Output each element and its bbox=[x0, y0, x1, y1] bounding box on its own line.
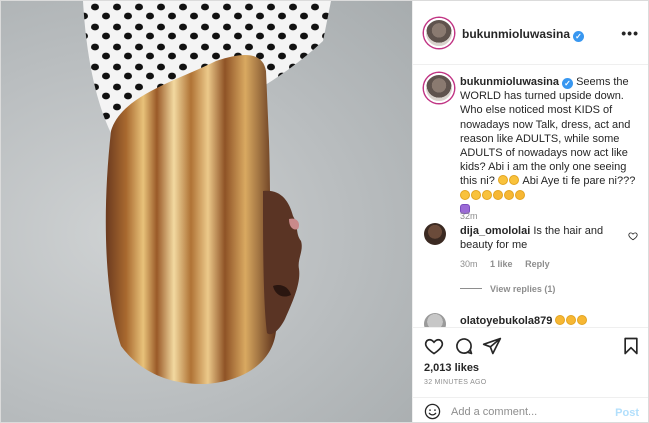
replies-divider bbox=[460, 288, 482, 289]
post-sidebar: bukunmioluwasina ✓ ••• bukunmioluwasina ✓ … bbox=[412, 1, 648, 422]
author-avatar[interactable] bbox=[424, 18, 454, 48]
smiley-icon[interactable] bbox=[424, 403, 441, 420]
comment-timestamp: 30m bbox=[460, 259, 478, 269]
likes-count[interactable]: 2,013 likes bbox=[424, 362, 479, 374]
instagram-post: bukunmioluwasina ✓ ••• bukunmioluwasina ✓ … bbox=[0, 0, 649, 423]
add-comment-bar: Post bbox=[413, 397, 648, 422]
comment-meta: 30m 1 like Reply bbox=[460, 259, 560, 269]
heart-eyes-emoji-icon bbox=[566, 315, 577, 325]
comment-icon[interactable] bbox=[454, 336, 474, 356]
caption-text: bukunmioluwasina ✓ Seems the WORLD has tu… bbox=[460, 75, 646, 217]
thinking-face-emoji-icon bbox=[508, 175, 519, 186]
comment-like-count[interactable]: 1 like bbox=[490, 259, 513, 269]
paper-plane-icon[interactable] bbox=[482, 336, 502, 356]
caption-timestamp: 32m bbox=[460, 211, 478, 221]
author-username-text[interactable]: bukunmioluwasina bbox=[462, 27, 570, 41]
commenter-username[interactable]: olatoyebukola879 bbox=[460, 315, 552, 327]
view-replies-label[interactable]: View replies (1) bbox=[490, 284, 555, 294]
comment-like-heart-icon[interactable] bbox=[628, 231, 638, 241]
post-header: bukunmioluwasina ✓ ••• bbox=[413, 1, 648, 65]
commenter-username[interactable]: dija_omololai bbox=[460, 225, 530, 237]
heart-eyes-emoji-icon bbox=[555, 315, 566, 325]
thinking-face-emoji-icon bbox=[497, 175, 508, 186]
bookmark-icon[interactable] bbox=[621, 336, 641, 356]
surprised-emoji-icon bbox=[504, 189, 514, 200]
add-comment-input[interactable] bbox=[451, 403, 601, 420]
post-image[interactable] bbox=[1, 1, 412, 422]
caption-body-tail: Abi Aye ti fe pare ni??? bbox=[522, 175, 636, 188]
heart-icon[interactable] bbox=[424, 336, 444, 356]
thinking-face-emoji-icon bbox=[460, 189, 470, 200]
post-timestamp: 32 MINUTES AGO bbox=[424, 379, 487, 386]
caption-username[interactable]: bukunmioluwasina bbox=[460, 76, 559, 88]
comments-section: bukunmioluwasina ✓ Seems the WORLD has tu… bbox=[413, 65, 648, 327]
caption-body: Seems the WORLD has turned upside down. … bbox=[460, 76, 631, 188]
thinking-face-emoji-icon bbox=[482, 189, 492, 200]
laughing-emoji-icon bbox=[493, 189, 503, 200]
upside-down-portrait-illustration bbox=[83, 1, 331, 385]
commenter-avatar[interactable] bbox=[424, 223, 446, 245]
author-username[interactable]: bukunmioluwasina ✓ bbox=[462, 27, 585, 42]
commenter-avatar[interactable] bbox=[424, 313, 446, 327]
verified-badge-icon: ✓ bbox=[562, 78, 574, 89]
comment-text: dija_omololai Is the hair and beauty for… bbox=[460, 224, 620, 252]
surprised-emoji-icon bbox=[515, 189, 525, 200]
caption-author-avatar[interactable] bbox=[424, 73, 454, 103]
comment-text: olatoyebukola879 bbox=[460, 314, 620, 327]
verified-badge-icon: ✓ bbox=[573, 31, 585, 42]
view-replies-button[interactable]: View replies (1) bbox=[460, 284, 555, 294]
more-horizontal-icon[interactable]: ••• bbox=[621, 25, 639, 41]
reply-button[interactable]: Reply bbox=[525, 259, 550, 269]
thinking-face-emoji-icon bbox=[471, 189, 481, 200]
heart-eyes-emoji-icon bbox=[577, 315, 588, 325]
action-bar: 2,013 likes 32 MINUTES AGO bbox=[413, 327, 648, 397]
post-comment-button[interactable]: Post bbox=[615, 407, 639, 419]
